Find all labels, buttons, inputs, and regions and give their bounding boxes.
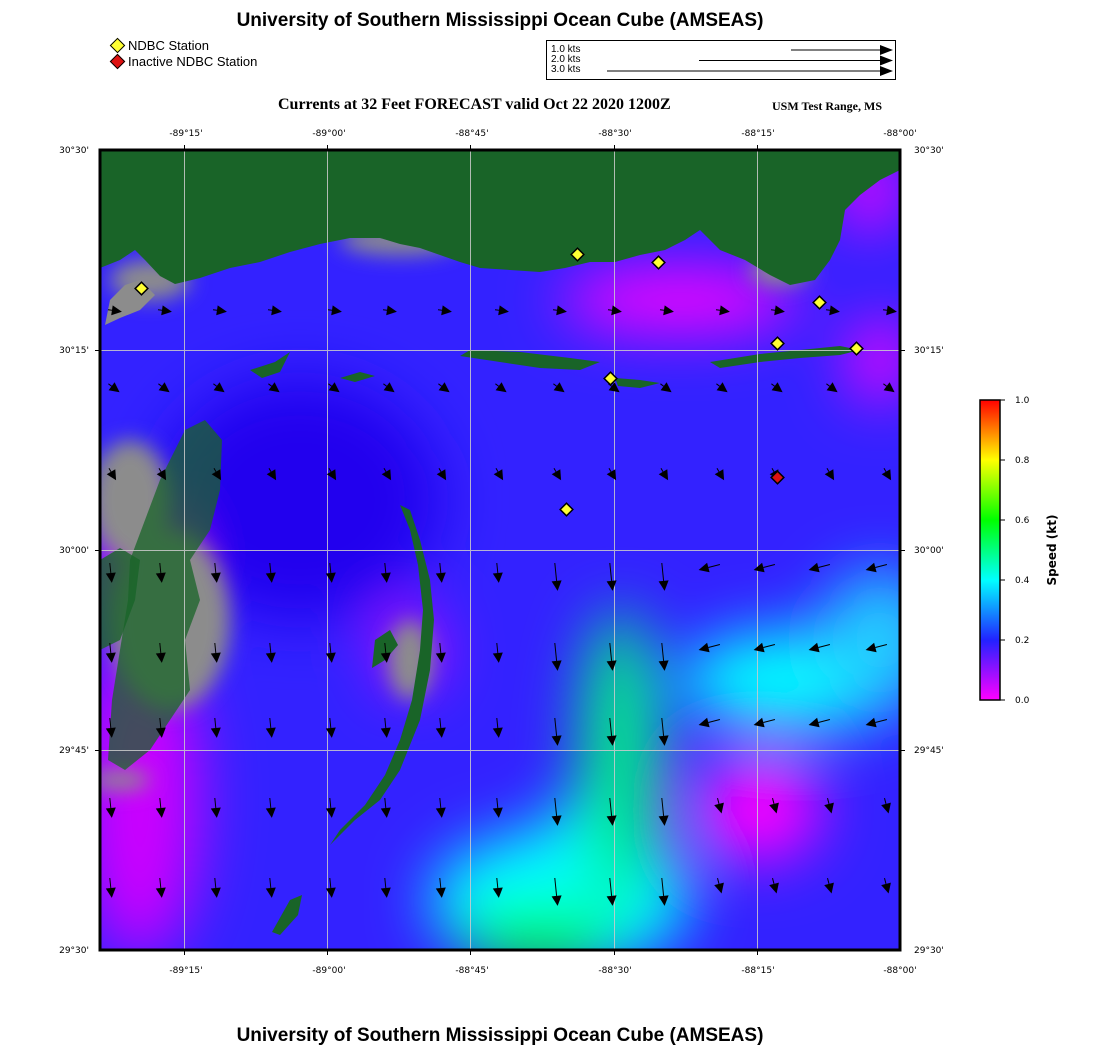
lat-tick-right: 29°30' (914, 946, 944, 956)
colorbar-tick: 0.2 (1015, 636, 1029, 646)
lat-tick-right: 30°15' (914, 346, 944, 356)
current-map: -89°15' -89°00' -88°45' -88°30' -88°15' … (59, 129, 1059, 976)
speed-field (100, 150, 900, 950)
lon-tick-top: -88°45' (455, 129, 488, 139)
lat-tick-right: 30°30' (914, 146, 944, 156)
lon-tick-top: -88°30' (598, 129, 631, 139)
lon-tick-bottom: -88°45' (455, 966, 488, 976)
colorbar-tick: 1.0 (1015, 396, 1030, 406)
colorbar-tick: 0.6 (1015, 516, 1030, 526)
lon-tick-bottom: -88°00' (883, 966, 916, 976)
lat-tick-right: 29°45' (914, 746, 944, 756)
colorbar-tick: 0.8 (1015, 456, 1030, 466)
lon-tick-top: -88°00' (883, 129, 916, 139)
lon-tick-bottom: -88°30' (598, 966, 631, 976)
speed-colorbar: 1.0 0.8 0.6 0.4 0.2 0.0 Speed (kt) (979, 396, 1059, 706)
lon-tick-bottom: -88°15' (741, 966, 774, 976)
lon-tick-top: -89°15' (169, 129, 202, 139)
lon-tick-bottom: -89°15' (169, 966, 202, 976)
colorbar-label: Speed (kt) (1045, 515, 1059, 586)
colorbar-tick: 0.0 (1015, 696, 1030, 706)
lon-tick-top: -88°15' (741, 129, 774, 139)
lat-tick-left: 29°30' (59, 946, 89, 956)
lat-tick-left: 29°45' (59, 746, 89, 756)
lat-tick-left: 30°15' (59, 346, 89, 356)
lon-tick-bottom: -89°00' (312, 966, 345, 976)
colorbar-tick: 0.4 (1015, 576, 1030, 586)
lon-tick-top: -89°00' (312, 129, 345, 139)
lat-tick-right: 30°00' (914, 546, 944, 556)
lat-tick-left: 30°00' (59, 546, 89, 556)
footer-title: University of Southern Mississippi Ocean… (236, 1025, 764, 1046)
lat-tick-left: 30°30' (59, 146, 89, 156)
